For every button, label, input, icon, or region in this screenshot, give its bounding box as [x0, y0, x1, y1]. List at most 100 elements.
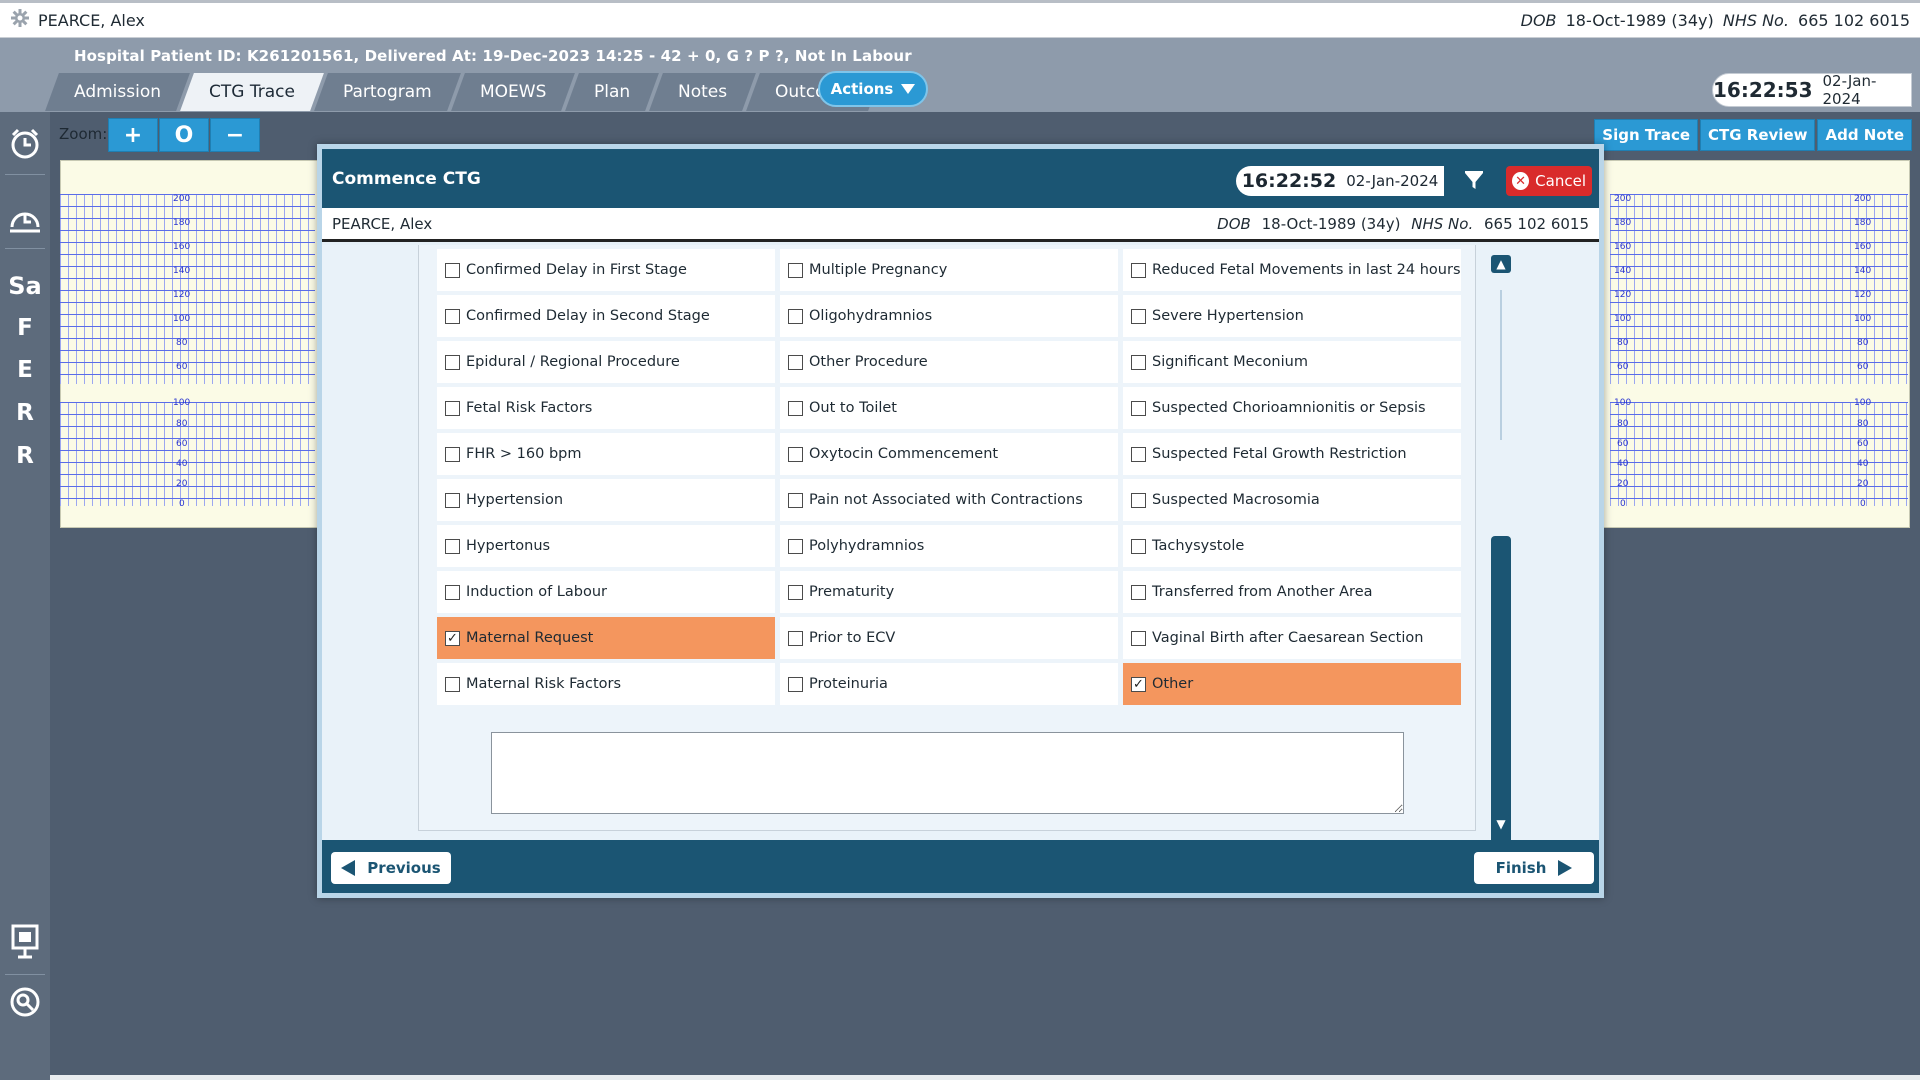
add-note-button[interactable]: Add Note — [1817, 119, 1912, 151]
checkbox[interactable] — [445, 584, 460, 600]
option-multiple-pregnancy[interactable]: Multiple Pregnancy — [780, 249, 1118, 291]
toco-tick: 40 — [1857, 459, 1869, 469]
checkbox[interactable] — [445, 676, 460, 692]
history-clock-icon[interactable] — [0, 198, 50, 242]
checkbox[interactable] — [788, 676, 803, 692]
option-pain-not-associated[interactable]: Pain not Associated with Contractions — [780, 479, 1118, 521]
checkbox[interactable] — [1131, 354, 1146, 370]
option-suspected-fgr[interactable]: Suspected Fetal Growth Restriction — [1123, 433, 1461, 475]
tab-moews[interactable]: MOEWS — [450, 73, 575, 111]
checkbox[interactable] — [788, 584, 803, 600]
patient-banner: PEARCE, Alex DOB 18-Oct-1989 (34y) NHS N… — [0, 0, 1920, 38]
checkbox[interactable] — [1131, 308, 1146, 324]
checkbox[interactable] — [1131, 538, 1146, 554]
checkbox[interactable] — [1131, 262, 1146, 278]
sidebar-item-sa[interactable]: Sa — [0, 264, 50, 308]
tab-notes[interactable]: Notes — [649, 73, 757, 111]
alarm-clock-icon[interactable] — [0, 122, 50, 166]
checkbox[interactable] — [445, 538, 460, 554]
option-fhr-over-160[interactable]: FHR > 160 bpm — [437, 433, 775, 475]
sign-trace-button[interactable]: Sign Trace — [1594, 119, 1699, 151]
dob-value: 18-Oct-1989 (34y) — [1565, 10, 1714, 30]
checkbox[interactable] — [1131, 584, 1146, 600]
zoom-reset-button[interactable]: O — [159, 118, 209, 152]
checkbox[interactable] — [445, 492, 460, 508]
checkbox[interactable] — [1131, 400, 1146, 416]
filter-icon[interactable] — [1462, 169, 1486, 193]
option-oxytocin-commencement[interactable]: Oxytocin Commencement — [780, 433, 1118, 475]
scroll-down-icon[interactable]: ▼ — [1491, 815, 1511, 833]
presentation-board-icon[interactable] — [0, 920, 50, 964]
option-tachysystole[interactable]: Tachysystole — [1123, 525, 1461, 567]
option-severe-hypertension[interactable]: Severe Hypertension — [1123, 295, 1461, 337]
actions-button[interactable]: Actions — [818, 71, 928, 107]
option-induction-of-labour[interactable]: Induction of Labour — [437, 571, 775, 613]
checkbox[interactable] — [1131, 446, 1146, 462]
option-reduced-fetal-movements[interactable]: Reduced Fetal Movements in last 24 hours — [1123, 249, 1461, 291]
previous-button[interactable]: Previous — [331, 852, 451, 884]
checkbox-checked-icon[interactable]: ✓ — [445, 630, 460, 646]
zoom-in-button[interactable]: + — [108, 118, 158, 152]
ctg-review-button[interactable]: CTG Review — [1700, 119, 1816, 151]
option-suspected-macrosomia[interactable]: Suspected Macrosomia — [1123, 479, 1461, 521]
option-other[interactable]: ✓ Other — [1123, 663, 1461, 705]
cancel-button[interactable]: ✕ Cancel — [1506, 166, 1592, 196]
tab-plan[interactable]: Plan — [565, 73, 660, 111]
checkbox[interactable] — [788, 492, 803, 508]
option-oligohydramnios[interactable]: Oligohydramnios — [780, 295, 1118, 337]
option-other-procedure[interactable]: Other Procedure — [780, 341, 1118, 383]
checkbox[interactable] — [788, 262, 803, 278]
option-fetal-risk-factors[interactable]: Fetal Risk Factors — [437, 387, 775, 429]
scrollbar-track[interactable] — [1500, 290, 1502, 440]
zoom-out-button[interactable]: − — [210, 118, 260, 152]
checkbox[interactable] — [1131, 630, 1146, 646]
checkbox-checked-icon[interactable]: ✓ — [1131, 676, 1146, 692]
checkbox[interactable] — [788, 630, 803, 646]
dialog-datetime[interactable]: 16:22:52 02-Jan-2024 — [1236, 166, 1444, 196]
option-vbac[interactable]: Vaginal Birth after Caesarean Section — [1123, 617, 1461, 659]
toco-tick: 0 — [179, 499, 185, 509]
checkbox[interactable] — [1131, 492, 1146, 508]
checkbox[interactable] — [788, 354, 803, 370]
option-polyhydramnios[interactable]: Polyhydramnios — [780, 525, 1118, 567]
option-prior-to-ecv[interactable]: Prior to ECV — [780, 617, 1118, 659]
settings-cog-icon[interactable] — [10, 8, 30, 32]
scroll-up-icon[interactable]: ▲ — [1491, 255, 1511, 273]
other-reason-textarea[interactable] — [491, 732, 1404, 814]
toco-tick: 80 — [176, 419, 188, 429]
option-maternal-request[interactable]: ✓ Maternal Request — [437, 617, 775, 659]
sidebar-item-f[interactable]: F — [0, 306, 50, 350]
option-hypertonus[interactable]: Hypertonus — [437, 525, 775, 567]
option-suspected-chorioamnionitis[interactable]: Suspected Chorioamnionitis or Sepsis — [1123, 387, 1461, 429]
tab-partogram[interactable]: Partogram — [314, 73, 461, 111]
fhr-tick: 140 — [173, 266, 191, 276]
checkbox[interactable] — [445, 308, 460, 324]
checkbox[interactable] — [788, 308, 803, 324]
tab-admission[interactable]: Admission — [45, 73, 190, 111]
checkbox[interactable] — [788, 446, 803, 462]
search-icon[interactable] — [0, 980, 50, 1024]
sidebar-item-e[interactable]: E — [0, 348, 50, 392]
checkbox[interactable] — [445, 354, 460, 370]
clock-date: 02-Jan-2024 — [1822, 72, 1877, 108]
option-transferred-from-another-area[interactable]: Transferred from Another Area — [1123, 571, 1461, 613]
option-hypertension[interactable]: Hypertension — [437, 479, 775, 521]
checkbox[interactable] — [445, 446, 460, 462]
sidebar-item-r1[interactable]: R — [0, 391, 50, 435]
checkbox[interactable] — [445, 262, 460, 278]
tab-ctg-trace[interactable]: CTG Trace — [180, 73, 324, 111]
sidebar-item-r2[interactable]: R — [0, 434, 50, 478]
checkbox[interactable] — [788, 538, 803, 554]
option-proteinuria[interactable]: Proteinuria — [780, 663, 1118, 705]
option-prematurity[interactable]: Prematurity — [780, 571, 1118, 613]
finish-button[interactable]: Finish — [1474, 852, 1594, 884]
option-maternal-risk-factors[interactable]: Maternal Risk Factors — [437, 663, 775, 705]
option-confirmed-delay-first-stage[interactable]: Confirmed Delay in First Stage — [437, 249, 775, 291]
option-out-to-toilet[interactable]: Out to Toilet — [780, 387, 1118, 429]
option-epidural-regional-procedure[interactable]: Epidural / Regional Procedure — [437, 341, 775, 383]
checkbox[interactable] — [445, 400, 460, 416]
option-significant-meconium[interactable]: Significant Meconium — [1123, 341, 1461, 383]
option-confirmed-delay-second-stage[interactable]: Confirmed Delay in Second Stage — [437, 295, 775, 337]
checkbox[interactable] — [788, 400, 803, 416]
commence-ctg-dialog: Commence CTG 16:22:52 02-Jan-2024 ✕ Canc… — [317, 144, 1604, 898]
